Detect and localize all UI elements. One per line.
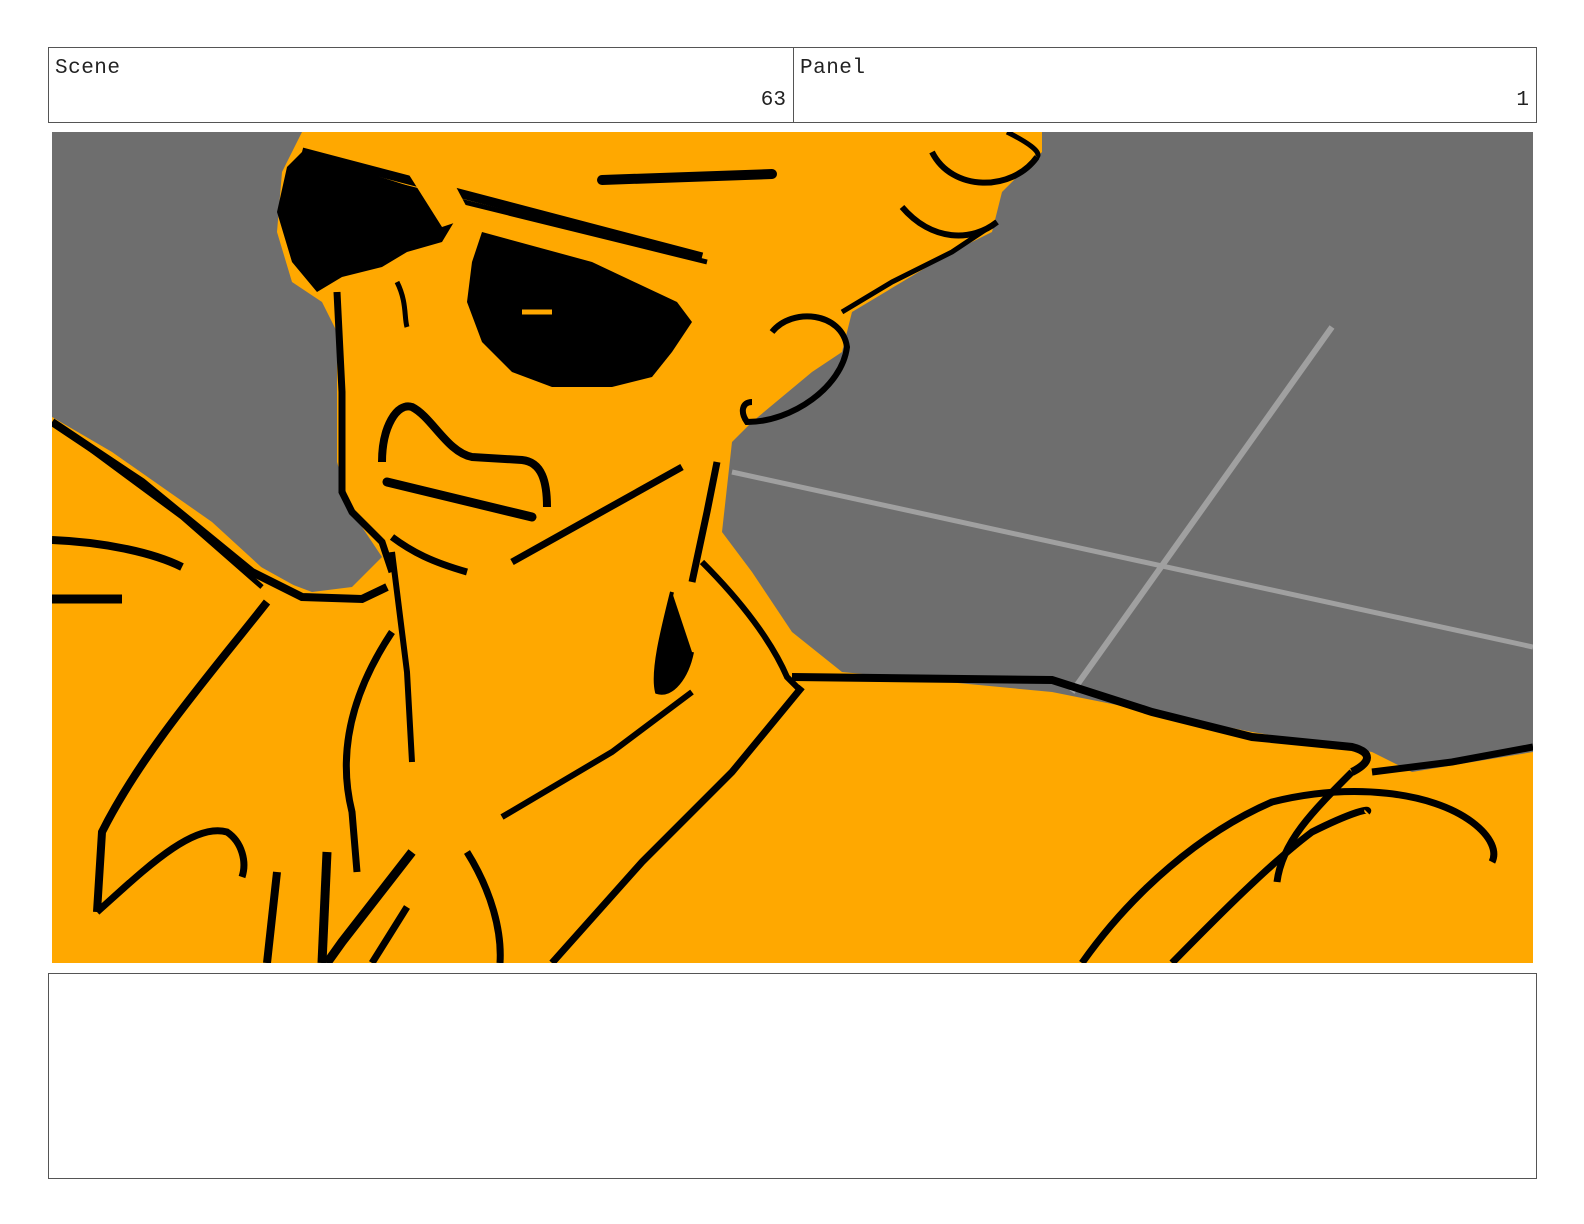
storyboard-header: Scene 63 Panel 1 <box>48 47 1537 123</box>
frame-drawing <box>52 132 1533 963</box>
panel-label: Panel <box>800 57 866 80</box>
scene-cell: Scene 63 <box>49 48 794 122</box>
notes-box[interactable] <box>48 973 1537 1179</box>
storyboard-frame <box>52 132 1533 963</box>
eyebrow-stroke <box>597 169 777 185</box>
panel-number: 1 <box>1516 89 1529 112</box>
scene-number: 63 <box>760 89 786 112</box>
panel-cell: Panel 1 <box>794 48 1536 122</box>
shirt-line-2 <box>317 851 332 963</box>
scene-label: Scene <box>55 57 121 80</box>
